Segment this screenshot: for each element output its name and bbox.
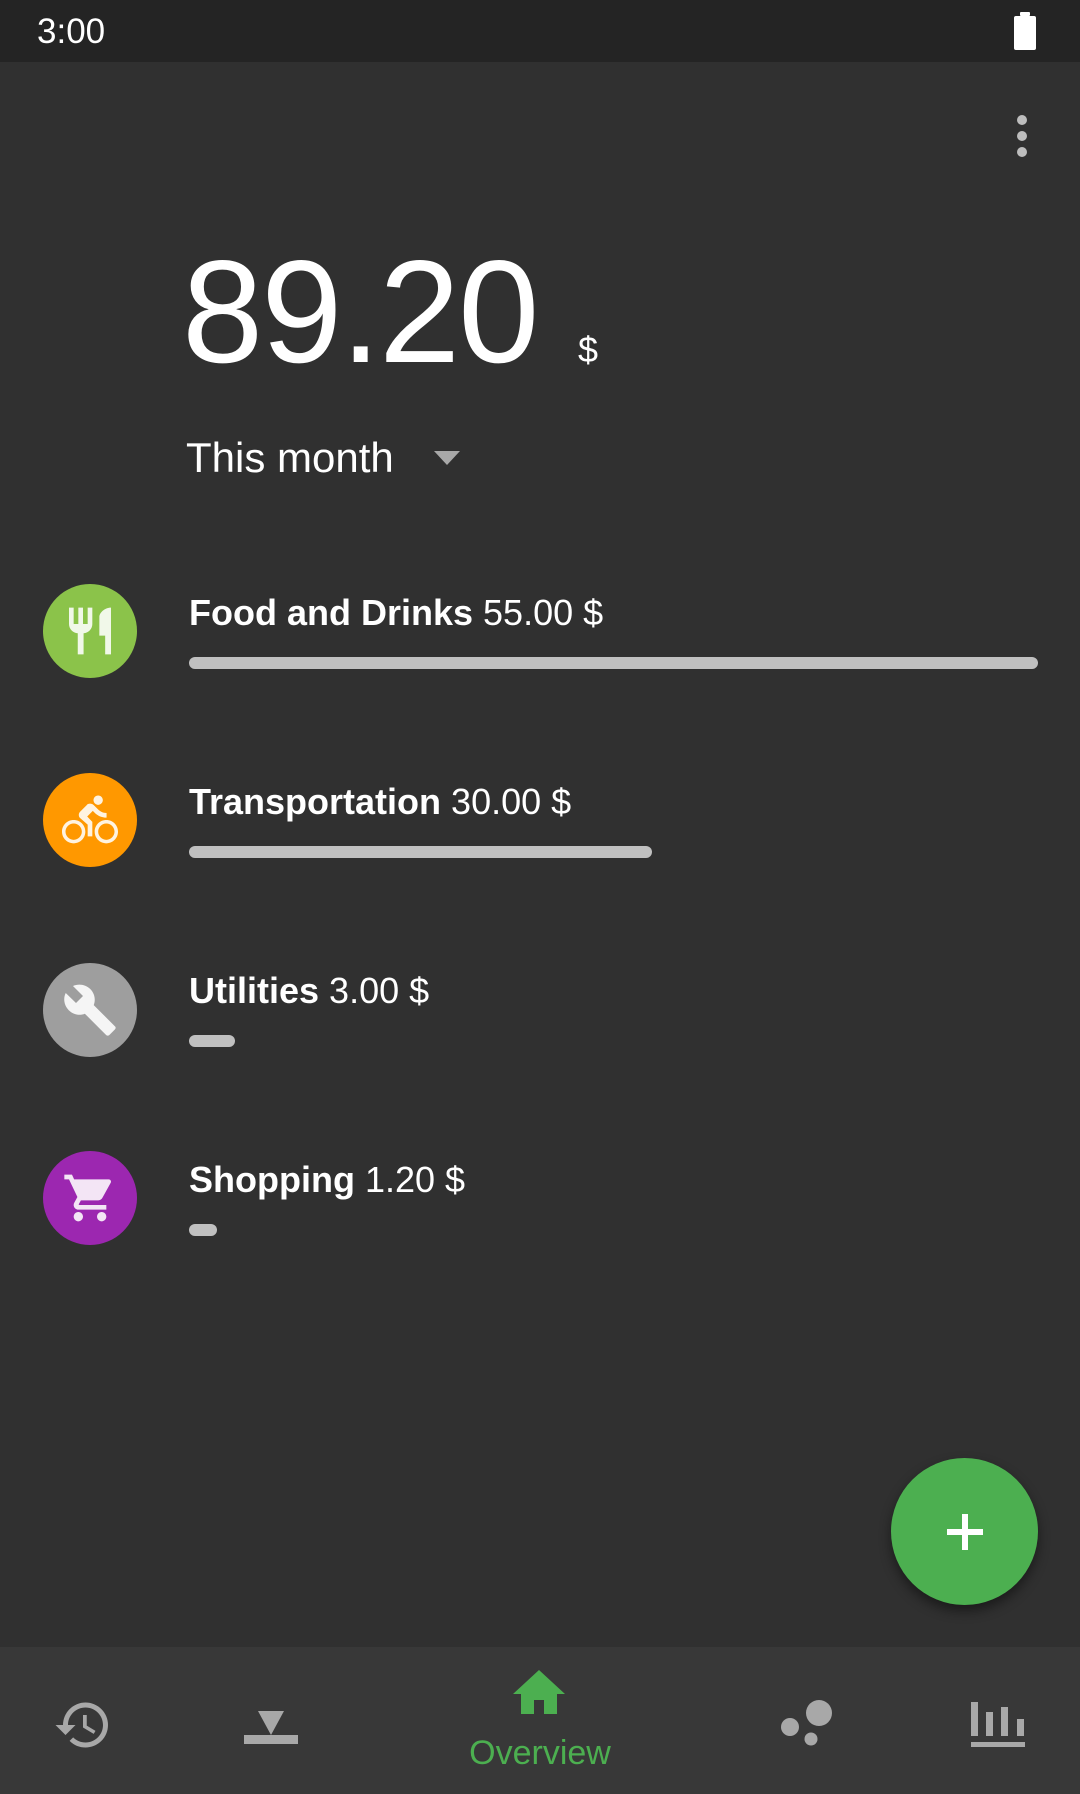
- category-icon-circle: [43, 1151, 137, 1245]
- total-amount: 89.20: [182, 230, 539, 393]
- period-label: This month: [186, 434, 394, 481]
- category-name: Transportation: [189, 781, 442, 822]
- category-row-food[interactable]: Food and Drinks 55.00 $: [0, 556, 1080, 706]
- nav-item-overview[interactable]: Overview: [440, 1647, 640, 1794]
- category-amount: 3.00 $: [329, 970, 430, 1011]
- category-amount: 30.00 $: [451, 781, 572, 822]
- home-icon: [513, 1670, 565, 1714]
- bottom-navigation: Overview: [0, 1647, 1080, 1794]
- category-text: Shopping 1.20 $: [189, 1159, 465, 1201]
- bike-icon: [62, 795, 118, 844]
- category-progress-bar: [189, 1224, 217, 1236]
- category-text: Food and Drinks 55.00 $: [189, 592, 603, 634]
- category-icon-circle: [43, 584, 137, 678]
- nav-item-bubbles[interactable]: [710, 1647, 910, 1794]
- nav-item-history[interactable]: [0, 1647, 170, 1794]
- arrow-drop-down-icon: [433, 451, 460, 465]
- category-row-utilities[interactable]: Utilities 3.00 $: [0, 934, 1080, 1084]
- add-icon: [946, 1513, 983, 1550]
- category-amount: 55.00 $: [483, 592, 604, 633]
- category-name: Food and Drinks: [189, 592, 474, 633]
- nav-item-import[interactable]: [170, 1647, 370, 1794]
- category-text: Utilities 3.00 $: [189, 970, 429, 1012]
- category-icon-circle: [43, 963, 137, 1057]
- battery-full-icon: [1014, 12, 1036, 50]
- category-row-shopping[interactable]: Shopping 1.20 $: [0, 1123, 1080, 1273]
- restaurant-icon: [69, 607, 111, 655]
- period-dropdown[interactable]: This month: [186, 430, 486, 486]
- bubble-chart-icon: [781, 1700, 832, 1746]
- status-time: 3:00: [37, 12, 106, 51]
- category-progress-bar: [189, 1035, 235, 1047]
- total-currency: $: [578, 329, 599, 370]
- category-amount: 1.20 $: [364, 1159, 466, 1200]
- history-icon: [55, 1702, 108, 1748]
- bar-chart-icon: [971, 1702, 1025, 1747]
- category-name: Shopping: [189, 1159, 355, 1200]
- category-name: Utilities: [189, 970, 320, 1011]
- category-progress-bar: [189, 657, 1038, 669]
- status-bar: 3:00: [0, 0, 1080, 62]
- download-icon: [244, 1711, 298, 1744]
- shopping-cart-icon: [64, 1174, 112, 1222]
- category-icon-circle: [43, 773, 137, 867]
- wrench-icon: [64, 984, 116, 1036]
- category-row-transportation[interactable]: Transportation 30.00 $: [0, 745, 1080, 895]
- add-transaction-button[interactable]: [891, 1458, 1038, 1605]
- more-vert-icon[interactable]: [1002, 104, 1042, 168]
- nav-label-overview: Overview: [469, 1734, 611, 1772]
- category-text: Transportation 30.00 $: [189, 781, 571, 823]
- nav-item-stats[interactable]: [910, 1647, 1080, 1794]
- category-progress-bar: [189, 846, 652, 858]
